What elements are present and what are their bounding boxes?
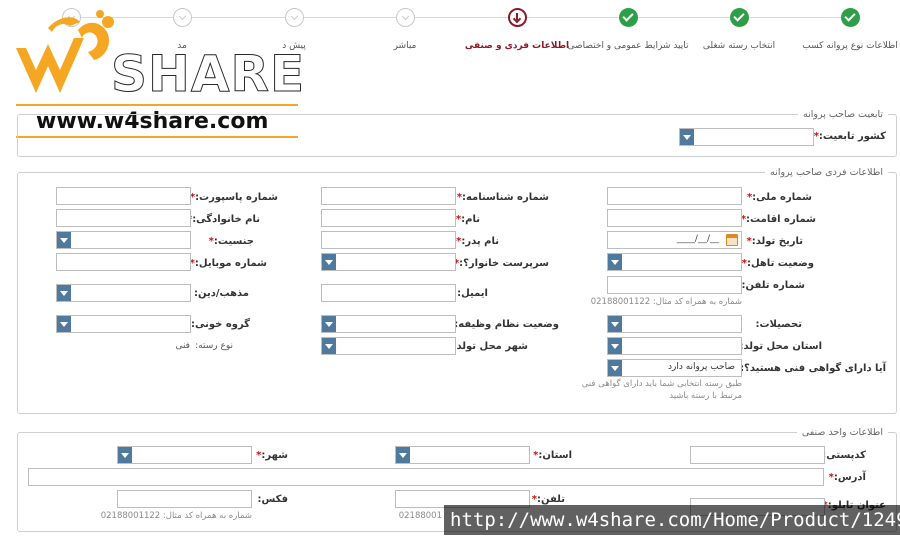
- category-type-value: فنی: [175, 341, 190, 351]
- fax-input[interactable]: [117, 490, 252, 508]
- section-legend: اطلاعات واحد صنفی: [796, 425, 888, 440]
- id-no-input[interactable]: [321, 187, 456, 205]
- residence-no-input[interactable]: [607, 209, 742, 227]
- dropdown-arrow-icon: [608, 254, 622, 270]
- check-icon: [729, 8, 749, 27]
- gender-select[interactable]: [56, 231, 191, 249]
- address-label: آدرس:*: [828, 472, 866, 483]
- military-select[interactable]: [321, 315, 456, 333]
- last-name-label: نام خانوادگی:*: [187, 214, 260, 225]
- dropdown-arrow-icon: [322, 316, 336, 332]
- tech-cert-select[interactable]: صاحب پروانه دارد: [607, 359, 742, 377]
- unit-phone-hint: 02188001: [398, 511, 442, 521]
- section-legend: اطلاعات فردی صاحب پروانه: [765, 165, 888, 180]
- email-input[interactable]: [321, 284, 456, 302]
- father-name-label: نام پدر:*: [456, 236, 499, 247]
- tech-cert-label: آیا دارای گواهی فنی هستید؟:: [740, 363, 886, 374]
- email-label: ایمیل:: [457, 288, 488, 299]
- religion-select[interactable]: [56, 284, 191, 302]
- dropdown-arrow-icon: [57, 232, 71, 248]
- dropdown-arrow-icon: [680, 129, 694, 145]
- chevron-down-icon: [395, 8, 415, 27]
- check-icon: [618, 8, 638, 27]
- guardian-select[interactable]: [321, 253, 456, 271]
- calendar-icon[interactable]: [726, 234, 738, 246]
- category-type-label: نوع رسته:: [195, 341, 233, 351]
- tech-cert-hint: طبق رسته انتخابی شما باید دارای گواهی فن…: [581, 379, 742, 389]
- province-label: استان:*: [533, 450, 572, 461]
- city-label: شهر:*: [256, 450, 288, 461]
- marital-select[interactable]: [607, 253, 742, 271]
- province-select[interactable]: [395, 446, 530, 464]
- postal-code-input[interactable]: [690, 446, 825, 464]
- birth-province-select[interactable]: [607, 337, 742, 355]
- logo-wordmark: SHARE: [110, 45, 306, 104]
- first-name-input[interactable]: [321, 209, 456, 227]
- check-icon: [840, 8, 860, 27]
- birth-province-label: استان محل تولد:: [739, 341, 822, 352]
- education-label: تحصیلات:: [755, 319, 802, 330]
- birth-date-label: تاریخ تولد:*: [746, 236, 804, 247]
- watermark-url: http://www.w4share.com/Home/Product/1249…: [444, 505, 900, 535]
- national-id-label: شماره ملی:*: [746, 192, 812, 203]
- education-select[interactable]: [607, 315, 742, 333]
- residence-no-label: شماره اقامت:*: [740, 214, 816, 225]
- dropdown-arrow-icon: [396, 447, 410, 463]
- passport-input[interactable]: [56, 187, 191, 205]
- tech-cert-hint: مرتبط با رسته باشید: [669, 391, 742, 401]
- dropdown-arrow-icon: [322, 338, 336, 354]
- logo-divider: [16, 104, 298, 106]
- dropdown-arrow-icon: [322, 254, 336, 270]
- dropdown-arrow-icon: [608, 338, 622, 354]
- birth-date-input[interactable]: __/__/____: [607, 231, 742, 249]
- blood-type-label: گروه خونی:: [191, 319, 250, 330]
- country-select[interactable]: [679, 128, 814, 146]
- last-name-input[interactable]: [56, 209, 191, 227]
- phone-hint: شماره به همراه کد مثال: 02188001122: [590, 297, 742, 307]
- address-input[interactable]: [28, 468, 824, 486]
- dropdown-arrow-icon: [608, 316, 622, 332]
- country-label: کشور تابعیت:*: [813, 131, 886, 142]
- national-id-input[interactable]: [607, 187, 742, 205]
- arrow-down-icon: [507, 8, 527, 27]
- first-name-label: نام:*: [455, 214, 480, 225]
- marital-label: وضعیت تاهل:*: [741, 258, 814, 269]
- military-label: وضعیت نظام وظیفه:*: [449, 319, 559, 330]
- tech-cert-value: صاحب پروانه دارد: [667, 362, 735, 372]
- birth-city-select[interactable]: [321, 337, 456, 355]
- phone-input[interactable]: [607, 276, 742, 294]
- id-no-label: شماره شناسنامه:*: [456, 192, 549, 203]
- passport-label: شماره پاسپورت:*: [189, 192, 278, 203]
- fax-label: فکس:: [257, 494, 289, 505]
- section-legend: تابعیت صاحب پروانه: [797, 107, 888, 122]
- birth-city-label: شهر محل تولد:: [452, 341, 529, 352]
- father-name-input[interactable]: [321, 231, 456, 249]
- guardian-label: سرپرست خانوار؟:*: [453, 258, 549, 269]
- city-select[interactable]: [117, 446, 252, 464]
- mobile-label: شماره موبایل:*: [189, 258, 267, 269]
- blood-type-select[interactable]: [56, 315, 191, 333]
- dropdown-arrow-icon: [608, 360, 622, 376]
- gender-label: جنسیت:*: [208, 236, 254, 247]
- birth-date-mask: __/__/____: [676, 234, 719, 244]
- dropdown-arrow-icon: [57, 316, 71, 332]
- dropdown-arrow-icon: [118, 447, 132, 463]
- dropdown-arrow-icon: [57, 285, 71, 301]
- mobile-input[interactable]: [56, 253, 191, 271]
- fax-hint: شماره به همراه کد مثال: 02188001122: [100, 511, 252, 521]
- w4-logo-mark-icon: [16, 10, 114, 93]
- religion-label: مذهب/دین:: [193, 288, 249, 299]
- phone-label: شماره تلفن:: [741, 280, 805, 291]
